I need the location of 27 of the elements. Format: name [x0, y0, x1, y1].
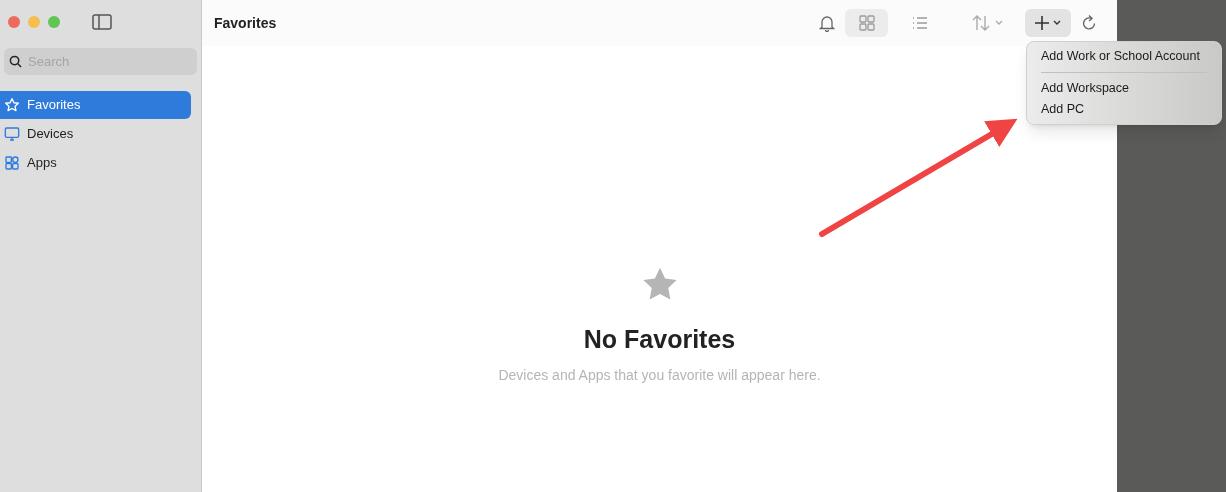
list-icon — [910, 14, 929, 32]
sidebar-item[interactable]: Favorites — [0, 91, 191, 119]
sidebar-item[interactable]: Devices — [0, 120, 191, 148]
chevron-down-icon — [1053, 20, 1061, 26]
empty-message: Devices and Apps that you favorite will appear here. — [498, 365, 821, 385]
bell-icon[interactable] — [819, 14, 835, 32]
refresh-icon[interactable] — [1081, 14, 1097, 32]
menu-item[interactable]: Add Work or School Account — [1032, 46, 1216, 67]
sidebar-toggle-icon[interactable] — [92, 14, 112, 30]
search-icon — [9, 55, 22, 68]
minimize-window-button[interactable] — [28, 16, 40, 28]
window-title: Favorites — [214, 13, 277, 33]
sort-icon — [971, 14, 991, 32]
zoom-window-button[interactable] — [48, 16, 60, 28]
monitor-icon — [4, 126, 20, 142]
add-button[interactable] — [1025, 9, 1071, 37]
menu-item[interactable]: Add PC — [1032, 99, 1216, 120]
apps-icon — [4, 155, 20, 171]
sidebar-item[interactable]: Apps — [0, 149, 191, 177]
grid-icon — [857, 14, 876, 32]
star-icon — [4, 97, 20, 113]
empty-title: No Favorites — [583, 324, 736, 355]
chevron-down-icon — [995, 20, 1003, 26]
close-window-button[interactable] — [8, 16, 20, 28]
plus-icon — [1035, 16, 1049, 30]
view-button[interactable] — [845, 9, 888, 37]
menu-item[interactable]: Add Workspace — [1032, 78, 1216, 99]
